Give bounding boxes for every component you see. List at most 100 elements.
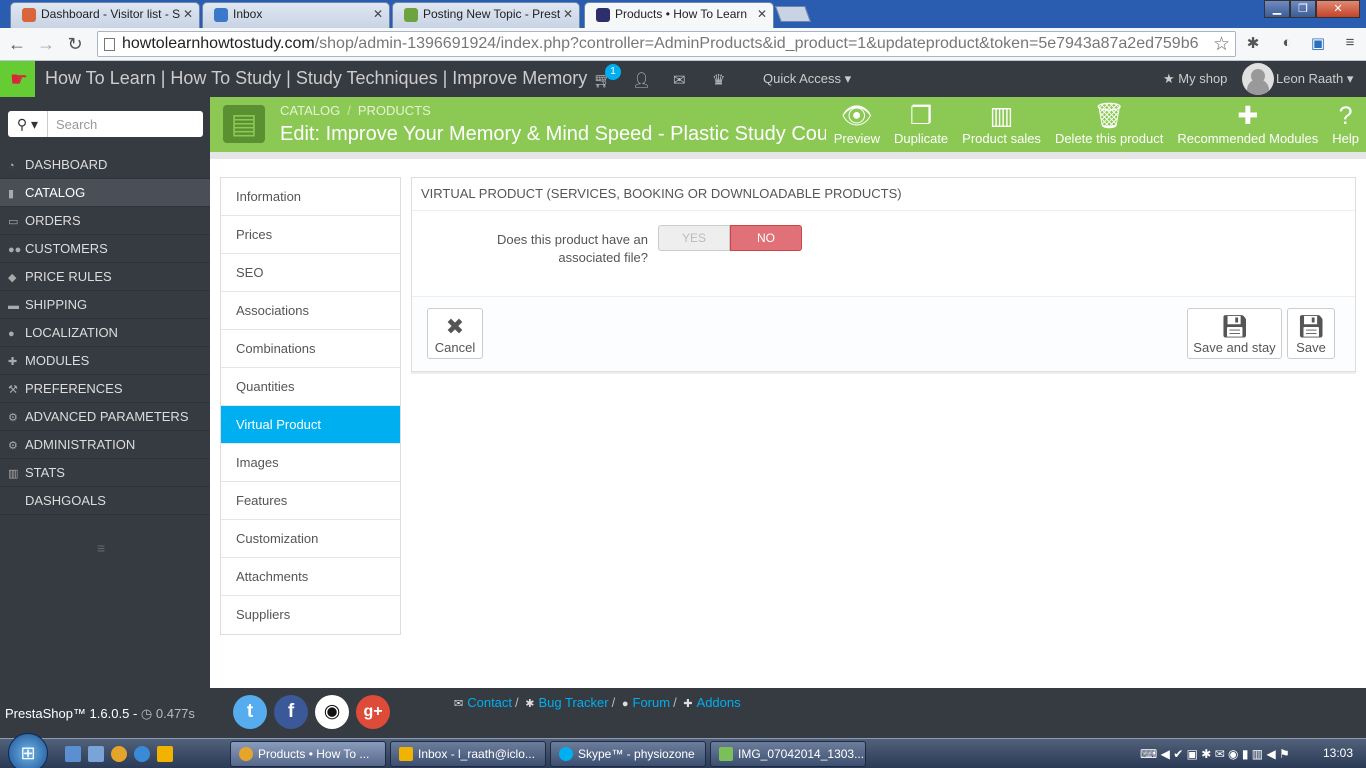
minimize-button[interactable]: ▁ (1264, 0, 1290, 18)
sidebar-item-price-rules[interactable]: ◆ PRICE RULES (0, 263, 210, 291)
browser-tab-label: Inbox (233, 7, 263, 21)
save-button[interactable]: 💾︎ Save (1287, 308, 1335, 359)
taskbar-item[interactable]: Products • How To ... (230, 741, 386, 767)
close-icon[interactable]: ✕ (563, 7, 573, 21)
search-input[interactable] (50, 111, 202, 137)
browser-tab[interactable]: Inbox ✕ (202, 2, 390, 28)
back-icon[interactable]: ← (6, 33, 28, 55)
shop-name[interactable]: How To Learn | How To Study | Study Tech… (45, 68, 587, 89)
tab-prices[interactable]: Prices (221, 216, 400, 254)
users-icon: ●● (8, 244, 22, 256)
sidebar-item-dashgoals[interactable]: DASHGOALS (0, 487, 210, 515)
show-desktop-icon[interactable] (65, 746, 81, 762)
twitter-icon[interactable]: t (233, 695, 267, 729)
duplicate-button[interactable]: ❐ Duplicate (887, 97, 955, 152)
user-menu[interactable]: Leon Raath ▾ (1276, 71, 1353, 87)
new-tab-button[interactable] (775, 6, 811, 22)
quick-access-dropdown[interactable]: Quick Access ▾ (763, 71, 851, 87)
github-icon[interactable]: ◉ (315, 695, 349, 729)
tab-quantities[interactable]: Quantities (221, 368, 400, 406)
internet-explorer-icon[interactable] (134, 746, 150, 762)
forward-icon[interactable]: → (35, 33, 57, 55)
window-close-button[interactable]: ✕ (1316, 0, 1360, 18)
tab-seo[interactable]: SEO (221, 254, 400, 292)
chrome-icon (239, 747, 253, 761)
sidebar-item-dashboard[interactable]: ◔ DASHBOARD (0, 151, 210, 179)
bookmark-star-icon[interactable]: ☆ (1213, 33, 1230, 56)
sidebar-item-administration[interactable]: ⚙ ADMINISTRATION (0, 431, 210, 459)
sidebar-item-shipping[interactable]: ▬ SHIPPING (0, 291, 210, 319)
envelope-icon[interactable]: ✉ (673, 71, 686, 89)
trophy-icon[interactable]: ♛ (712, 71, 725, 89)
preview-button[interactable]: 👁︎ Preview (827, 97, 887, 152)
forum-link[interactable]: Forum (633, 695, 671, 710)
google-plus-icon[interactable]: g+ (356, 695, 390, 729)
system-tray[interactable]: ⌨ ◀ ✔ ▣ ✱ ✉ ◉ ▮ ▥ ◀ ⚑ (1140, 747, 1290, 761)
logo[interactable]: ☛ (0, 61, 35, 97)
reload-icon[interactable]: ↻ (64, 33, 86, 55)
extension-icon[interactable]: ◐ (1277, 34, 1297, 54)
delete-product-button[interactable]: 🗑︎ Delete this product (1048, 97, 1170, 152)
tab-customization[interactable]: Customization (221, 520, 400, 558)
outlook-icon[interactable] (157, 746, 173, 762)
browser-tab-active[interactable]: Products • How To Learn ✕ (584, 2, 774, 28)
sidebar-item-preferences[interactable]: ⚒ PREFERENCES (0, 375, 210, 403)
cancel-button[interactable]: ✖ Cancel (427, 308, 483, 359)
sidebar-item-catalog[interactable]: ▮ CATALOG (0, 179, 210, 207)
extension-icon[interactable]: ✱ (1243, 34, 1263, 54)
page-icon (104, 38, 115, 51)
tab-combinations[interactable]: Combinations (221, 330, 400, 368)
sidebar-item-modules[interactable]: ✚ MODULES (0, 347, 210, 375)
restore-button[interactable]: ❐ (1290, 0, 1316, 18)
my-shop-link[interactable]: ★ My shop (1163, 71, 1227, 87)
close-icon: ✖ (445, 314, 465, 339)
product-tabs: Information Prices SEO Associations Comb… (220, 177, 401, 635)
explorer-icon[interactable] (88, 746, 104, 762)
switch-yes-option[interactable]: YES (658, 225, 730, 251)
skype-icon (559, 747, 573, 761)
clock[interactable]: 13:03 (1323, 746, 1353, 760)
search-icon[interactable]: ⚲ ▾ (8, 111, 48, 137)
sidebar-item-customers[interactable]: ●● CUSTOMERS (0, 235, 210, 263)
browser-tab[interactable]: Posting New Topic - Prest ✕ (392, 2, 580, 28)
tab-images[interactable]: Images (221, 444, 400, 482)
tab-suppliers[interactable]: Suppliers (221, 596, 400, 634)
taskbar-item[interactable]: Skype™ - physiozone (550, 741, 706, 767)
extension-icon[interactable]: ▣ (1308, 34, 1328, 54)
sidebar-collapse-handle[interactable]: ≡ (97, 540, 105, 556)
save-and-stay-button[interactable]: 💾︎ Save and stay (1187, 308, 1282, 359)
chrome-icon[interactable] (111, 746, 127, 762)
sidebar-item-advanced-parameters[interactable]: ⚙ ADVANCED PARAMETERS (0, 403, 210, 431)
start-button[interactable]: ⊞ (8, 733, 48, 768)
sidebar-nav: ◔ DASHBOARD ▮ CATALOG ▭ ORDERS ●● CUSTOMERS … (0, 151, 210, 515)
switch-no-option[interactable]: NO (730, 225, 802, 251)
addons-link[interactable]: Addons (697, 695, 741, 710)
recommended-modules-button[interactable]: ✚ Recommended Modules (1170, 97, 1325, 152)
product-sales-button[interactable]: ▥ Product sales (955, 97, 1048, 152)
help-button[interactable]: ? Help (1325, 97, 1366, 152)
close-icon[interactable]: ✕ (183, 7, 193, 21)
sidebar-item-orders[interactable]: ▭ ORDERS (0, 207, 210, 235)
tab-associations[interactable]: Associations (221, 292, 400, 330)
breadcrumb-catalog[interactable]: CATALOG (280, 103, 340, 118)
close-icon[interactable]: ✕ (373, 7, 383, 21)
taskbar-item[interactable]: Inbox - l_raath@iclo... (390, 741, 546, 767)
tab-attachments[interactable]: Attachments (221, 558, 400, 596)
tab-information[interactable]: Information (221, 178, 400, 216)
breadcrumb-products[interactable]: PRODUCTS (358, 103, 431, 118)
avatar[interactable] (1242, 63, 1274, 95)
browser-tab[interactable]: Dashboard - Visitor list - S ✕ (10, 2, 200, 28)
user-icon[interactable]: 👤︎ (632, 71, 651, 89)
contact-link[interactable]: Contact (467, 695, 512, 710)
address-bar[interactable]: howtolearnhowtostudy.com/shop/admin-1396… (97, 31, 1236, 57)
tab-virtual-product[interactable]: Virtual Product (221, 406, 400, 444)
star-icon: ★ (1163, 71, 1175, 86)
sidebar-item-stats[interactable]: ▥ STATS (0, 459, 210, 487)
bug-tracker-link[interactable]: Bug Tracker (539, 695, 609, 710)
menu-icon[interactable]: ≡ (1340, 34, 1360, 54)
close-icon[interactable]: ✕ (757, 7, 767, 21)
sidebar-item-localization[interactable]: ● LOCALIZATION (0, 319, 210, 347)
tab-features[interactable]: Features (221, 482, 400, 520)
facebook-icon[interactable]: f (274, 695, 308, 729)
taskbar-item[interactable]: IMG_07042014_1303... (710, 741, 866, 767)
